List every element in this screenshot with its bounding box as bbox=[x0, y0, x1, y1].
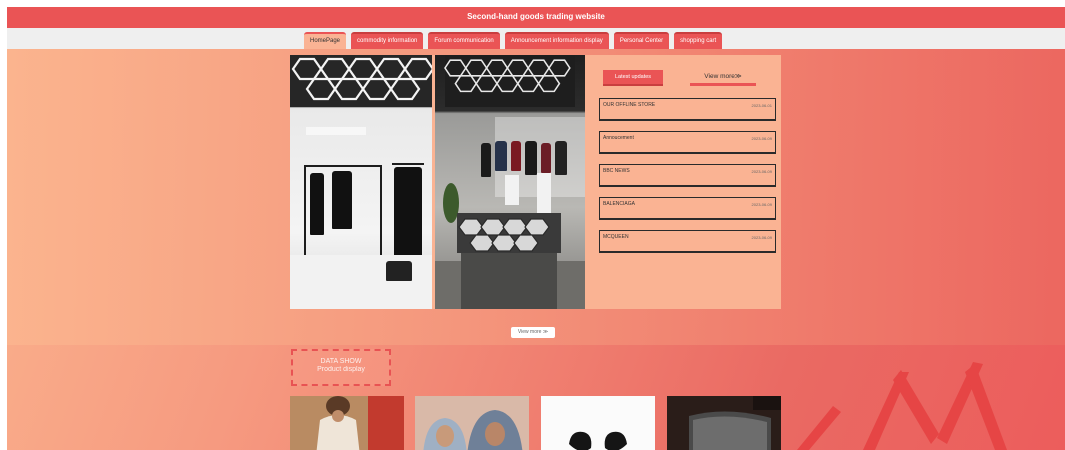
news-date: 2023-06-09 bbox=[751, 136, 772, 141]
news-panel: Latest updates View more≫ OUR OFFLINE ST… bbox=[590, 69, 776, 253]
product-image bbox=[290, 396, 404, 450]
section-title: DATA SHOW Product display bbox=[291, 349, 391, 386]
product-card[interactable] bbox=[290, 396, 404, 450]
store-photo-left bbox=[290, 55, 432, 309]
product-grid bbox=[290, 396, 781, 450]
tab-view-more[interactable]: View more≫ bbox=[690, 71, 756, 86]
news-date: 2023-06-09 bbox=[751, 235, 772, 240]
nav-forum-communication[interactable]: Forum communication bbox=[428, 32, 500, 49]
nav-commodity-information[interactable]: commodity information bbox=[351, 32, 424, 49]
news-title: Annoucement bbox=[603, 135, 634, 141]
list-item[interactable]: BALENCIAGA 2023-06-09 bbox=[599, 197, 776, 220]
section-title-line2: Product display bbox=[317, 366, 365, 373]
news-date: 2023-06-09 bbox=[751, 202, 772, 207]
section-title-line1: DATA SHOW bbox=[320, 358, 362, 365]
product-card[interactable] bbox=[541, 396, 655, 450]
nav-personal-center[interactable]: Personal Center bbox=[613, 32, 670, 49]
news-title: BBC NEWS bbox=[603, 168, 630, 174]
store-photo-right bbox=[435, 55, 585, 309]
nav-homepage[interactable]: HomePage bbox=[304, 32, 347, 49]
hero-panel: Latest updates View more≫ OUR OFFLINE ST… bbox=[290, 55, 781, 309]
main-nav: HomePage commodity information Forum com… bbox=[7, 28, 1065, 49]
view-more-button[interactable]: View more ≫ bbox=[511, 327, 555, 338]
tab-latest-updates[interactable]: Latest updates bbox=[603, 70, 663, 86]
site-title: Second-hand goods trading website bbox=[7, 7, 1065, 28]
hexagon-ceiling-lights bbox=[444, 55, 575, 107]
hexagon-ceiling-lights bbox=[290, 55, 432, 107]
news-title: BALENCIAGA bbox=[603, 201, 635, 207]
watermark-graphic bbox=[797, 362, 1007, 450]
news-tabs: Latest updates View more≫ bbox=[590, 69, 770, 87]
product-image bbox=[541, 396, 655, 450]
nav-shopping-cart[interactable]: shopping cart bbox=[674, 32, 723, 49]
page-frame: Second-hand goods trading website HomePa… bbox=[7, 7, 1065, 450]
news-title: MCQUEEN bbox=[603, 234, 629, 240]
list-item[interactable]: BBC NEWS 2023-06-09 bbox=[599, 164, 776, 187]
nav-list: HomePage commodity information Forum com… bbox=[304, 32, 723, 49]
product-image bbox=[415, 396, 529, 450]
list-item[interactable]: Annoucement 2023-06-09 bbox=[599, 131, 776, 154]
product-image bbox=[667, 396, 781, 450]
list-item[interactable]: MCQUEEN 2023-06-09 bbox=[599, 230, 776, 253]
news-list: OUR OFFLINE STORE 2023-06-01 Annoucement… bbox=[599, 98, 778, 263]
nav-announcement-display[interactable]: Announcement information display bbox=[504, 32, 609, 49]
product-card[interactable] bbox=[667, 396, 781, 450]
list-item[interactable]: OUR OFFLINE STORE 2023-06-01 bbox=[599, 98, 776, 121]
news-title: OUR OFFLINE STORE bbox=[603, 102, 656, 108]
product-card[interactable] bbox=[415, 396, 529, 450]
news-date: 2023-06-09 bbox=[751, 169, 772, 174]
news-date: 2023-06-01 bbox=[751, 103, 772, 108]
